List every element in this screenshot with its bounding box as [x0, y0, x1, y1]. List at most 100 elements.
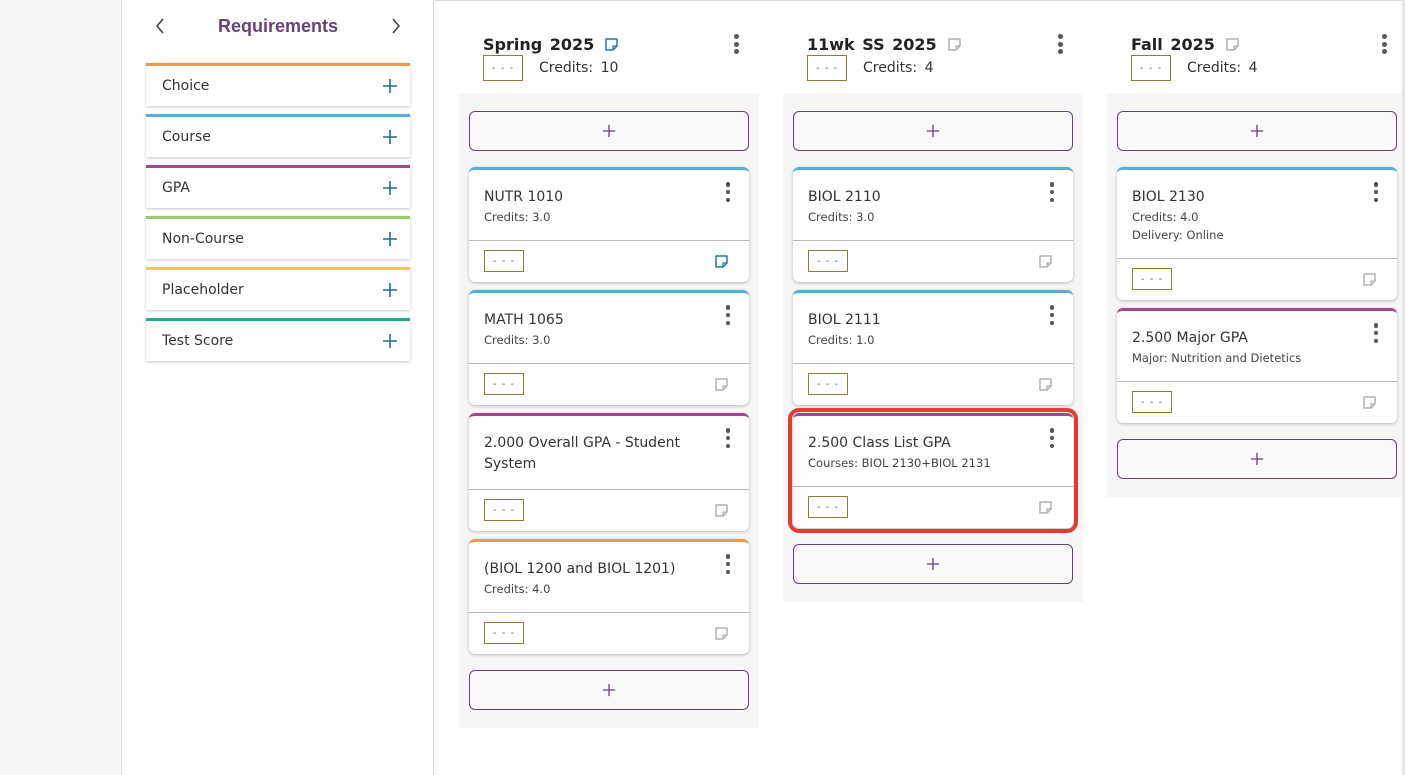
card-menu-button[interactable] — [1047, 428, 1057, 448]
card-footer: - - - — [469, 241, 749, 282]
note-icon[interactable] — [1225, 37, 1240, 52]
term-menu-button[interactable] — [729, 33, 743, 55]
card-content: 2.000 Overall GPA - Student System — [469, 416, 749, 490]
card-title: 2.500 Class List GPA — [808, 435, 951, 451]
add-requirement-icon[interactable] — [382, 78, 398, 94]
add-requirement-icon[interactable] — [382, 333, 398, 349]
add-requirement-button[interactable] — [469, 670, 749, 710]
grade-box[interactable]: - - - — [1132, 268, 1172, 290]
add-requirement-button[interactable] — [793, 111, 1073, 151]
card-detail: Credits: 4.0 — [1132, 210, 1199, 224]
grade-box[interactable]: - - - — [484, 373, 524, 395]
card-content: BIOL 2110 Credits: 3.0 — [793, 170, 1073, 241]
requirement-type-placeholder[interactable]: Placeholder — [146, 267, 410, 310]
requirements-header: Requirements — [146, 8, 410, 44]
note-icon[interactable] — [1038, 500, 1053, 515]
card-menu-button[interactable] — [723, 182, 733, 202]
card-menu-button[interactable] — [723, 554, 733, 574]
grade-box[interactable]: - - - — [808, 496, 848, 518]
requirement-type-course[interactable]: Course — [146, 114, 410, 157]
card-menu-button[interactable] — [1371, 182, 1381, 202]
note-icon[interactable] — [1038, 254, 1053, 269]
grade-box[interactable]: - - - — [484, 250, 524, 272]
dot — [1049, 305, 1055, 310]
requirement-label: Placeholder — [162, 282, 244, 298]
dot — [1057, 34, 1063, 39]
grade-box[interactable]: - - - — [1132, 391, 1172, 413]
note-icon[interactable] — [947, 37, 962, 52]
card-content: MATH 1065 Credits: 3.0 — [469, 293, 749, 364]
note-icon[interactable] — [1038, 377, 1053, 392]
next-button[interactable] — [382, 12, 410, 40]
note-icon[interactable] — [1362, 395, 1377, 410]
card-menu-button[interactable] — [723, 305, 733, 325]
add-requirement-icon[interactable] — [382, 129, 398, 145]
grade-box[interactable]: - - - — [484, 622, 524, 644]
card-footer: - - - — [469, 490, 749, 531]
term-column: 11wk SS 2025- - - Credits: 4 BIOL 2110 Cred… — [783, 1, 1083, 602]
term-grade-box[interactable]: - - - — [807, 55, 847, 81]
term-name: Fall 2025 — [1131, 35, 1215, 54]
card-title: MATH 1065 — [484, 312, 564, 328]
term-name: Spring 2025 — [483, 35, 595, 54]
term-menu-button[interactable] — [1377, 33, 1391, 55]
card-detail: Delivery: Online — [1132, 228, 1224, 242]
dot — [1373, 330, 1379, 336]
requirement-card: MATH 1065 Credits: 3.0 - - - — [469, 290, 749, 405]
requirement-type-test-score[interactable]: Test Score — [146, 318, 410, 361]
plus-icon — [1250, 124, 1264, 138]
add-requirement-button[interactable] — [469, 111, 749, 151]
grade-box[interactable]: - - - — [484, 499, 524, 521]
dot — [1049, 320, 1055, 325]
dot — [1381, 49, 1387, 54]
term-grade-box[interactable]: - - - — [483, 55, 523, 81]
card-menu-button[interactable] — [1371, 323, 1381, 343]
term-header: Fall 2025- - - Credits: 4 — [1107, 1, 1405, 93]
note-icon[interactable] — [714, 377, 729, 392]
requirement-card: 2.500 Major GPA Major: Nutrition and Diet… — [1117, 308, 1397, 423]
add-requirement-icon[interactable] — [382, 180, 398, 196]
add-requirement-icon[interactable] — [382, 231, 398, 247]
term-column: Spring 2025- - - Credits: 10 NUTR 1010 Cred… — [459, 1, 759, 728]
dot — [1373, 182, 1379, 187]
add-requirement-button[interactable] — [793, 544, 1073, 584]
dot — [1373, 323, 1379, 328]
card-detail: Major: Nutrition and Dietetics — [1132, 351, 1302, 365]
note-icon[interactable] — [714, 626, 729, 641]
requirement-type-gpa[interactable]: GPA — [146, 165, 410, 208]
grade-box[interactable]: - - - — [808, 373, 848, 395]
requirement-type-non-course[interactable]: Non-Course — [146, 216, 410, 259]
note-icon[interactable] — [1362, 272, 1377, 287]
requirement-type-choice[interactable]: Choice — [146, 63, 410, 106]
note-icon[interactable] — [714, 254, 729, 269]
prev-button[interactable] — [146, 12, 174, 40]
term-grade-box[interactable]: - - - — [1131, 55, 1171, 81]
dot — [733, 34, 739, 39]
requirement-card: BIOL 2130 Credits: 4.0 Delivery: Online - -… — [1117, 167, 1397, 300]
dot — [1049, 197, 1055, 202]
card-title: BIOL 2110 — [808, 189, 881, 205]
card-menu-button[interactable] — [1047, 182, 1057, 202]
dot — [725, 197, 731, 202]
dot — [1049, 443, 1055, 448]
add-requirement-icon[interactable] — [382, 282, 398, 298]
card-menu-button[interactable] — [1047, 305, 1057, 325]
dot — [1381, 34, 1387, 39]
term-header: 11wk SS 2025- - - Credits: 4 — [783, 1, 1083, 93]
add-requirement-button[interactable] — [1117, 439, 1397, 479]
card-title: BIOL 2111 — [808, 312, 881, 328]
card-footer: - - - — [793, 487, 1073, 528]
note-icon[interactable] — [714, 503, 729, 518]
add-requirement-button[interactable] — [1117, 111, 1397, 151]
note-icon[interactable] — [604, 37, 619, 52]
grade-box[interactable]: - - - — [808, 250, 848, 272]
card-footer: - - - — [469, 364, 749, 405]
card-content: NUTR 1010 Credits: 3.0 — [469, 170, 749, 241]
dot — [725, 182, 731, 187]
requirement-card: 2.000 Overall GPA - Student System - - - — [469, 413, 749, 531]
card-footer: - - - — [793, 241, 1073, 282]
card-menu-button[interactable] — [723, 428, 733, 448]
term-menu-button[interactable] — [1053, 33, 1067, 55]
requirement-card: (BIOL 1200 and BIOL 1201) Credits: 4.0 - -… — [469, 539, 749, 654]
card-content: BIOL 2130 Credits: 4.0 Delivery: Online — [1117, 170, 1397, 259]
